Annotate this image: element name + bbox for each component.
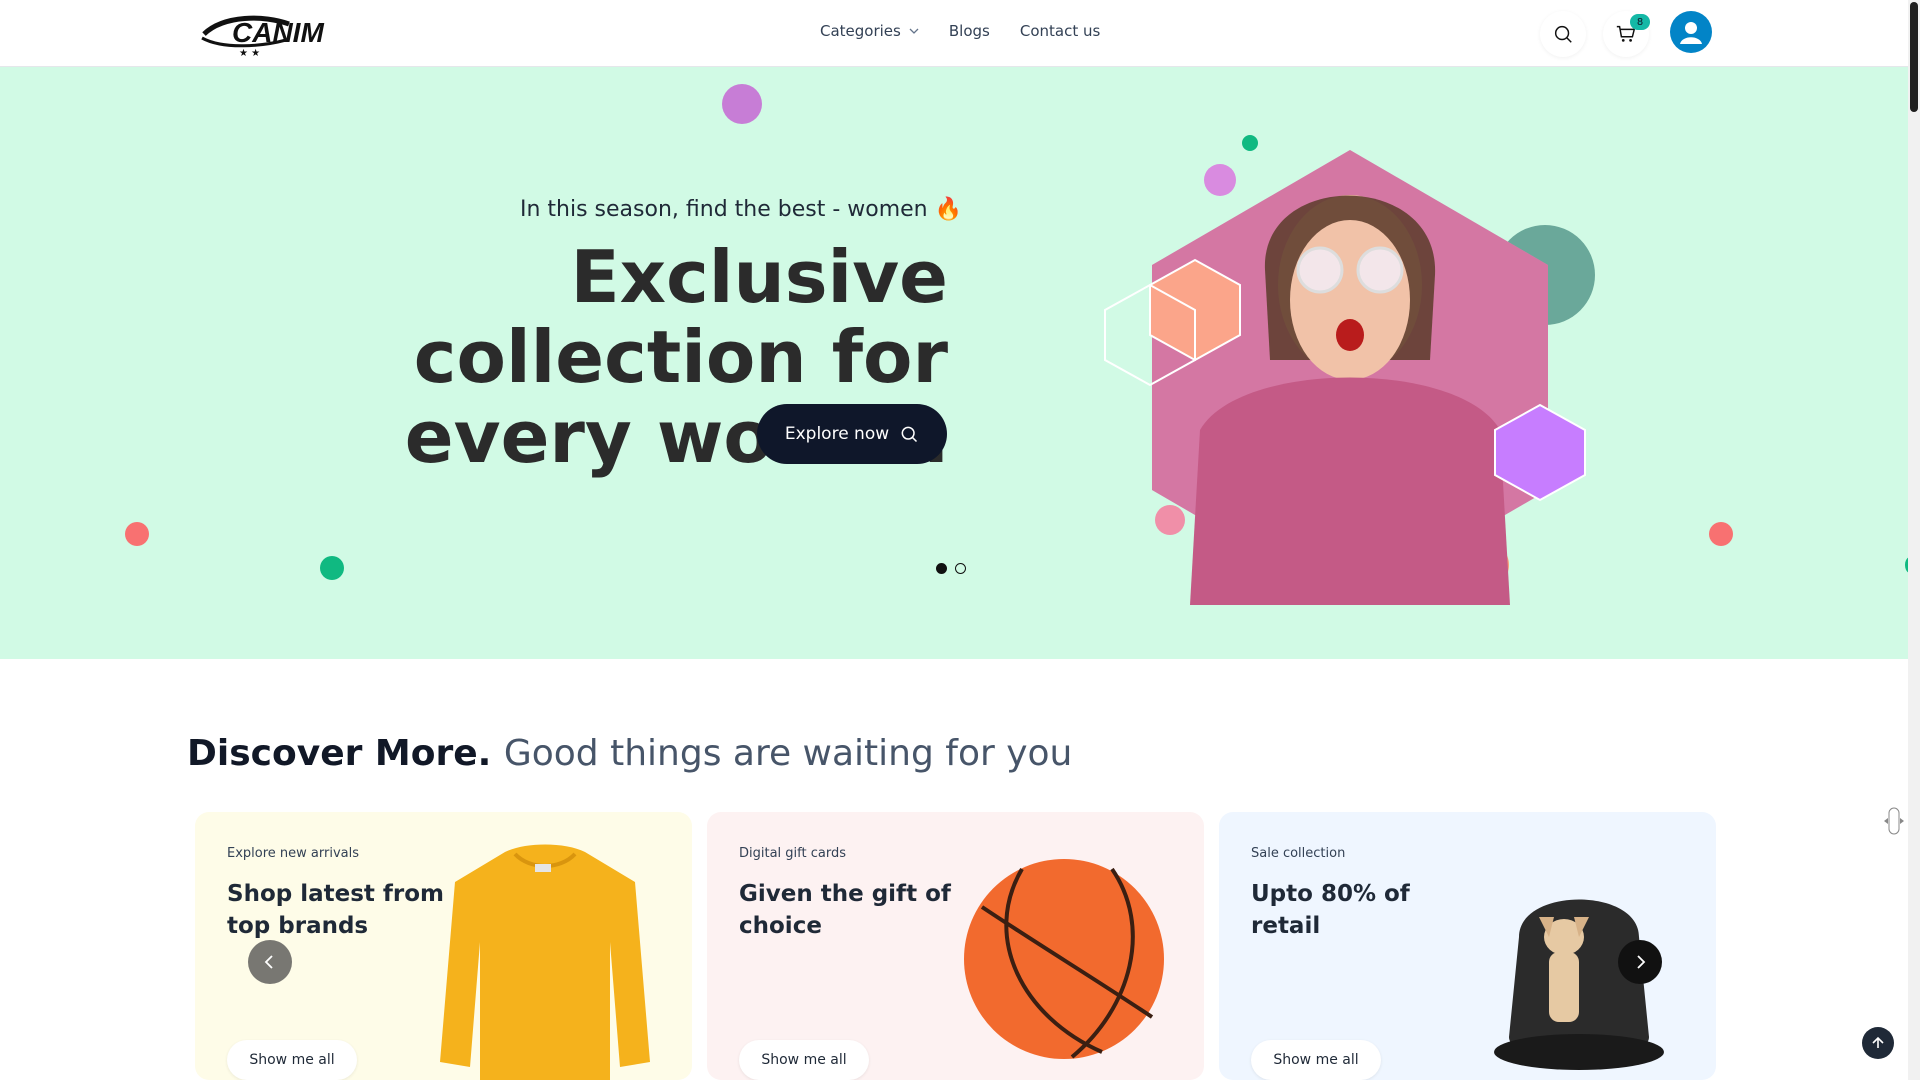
discover-heading-strong: Discover More. — [187, 733, 492, 774]
nav-categories-label: Categories — [820, 22, 901, 40]
nav-contact-label: Contact us — [1019, 22, 1101, 40]
yellow-sweater-icon — [440, 844, 650, 1080]
arrow-up-icon — [1872, 1036, 1884, 1048]
svg-text:★ ★: ★ ★ — [239, 48, 260, 58]
slide-dot-2[interactable] — [955, 563, 966, 574]
basketball-icon — [964, 859, 1164, 1059]
card-title: Upto 80% of retail — [1251, 881, 1410, 939]
hero-title-line1: Exclusive collection for — [413, 235, 948, 399]
hero-subtitle-text: In this season, find the best - women — [520, 197, 928, 222]
search-icon — [901, 426, 918, 443]
hero-woman-image — [1104, 135, 1595, 605]
card-kicker: Digital gift cards — [739, 846, 846, 861]
nav-categories[interactable]: Categories — [820, 22, 919, 40]
brand-logo[interactable]: CANIM ★ ★ — [194, 10, 374, 58]
scroll-to-top-button[interactable] — [1862, 1027, 1894, 1059]
card-title: Shop latest from top brands — [227, 881, 445, 939]
decor-dot — [1709, 522, 1733, 546]
user-avatar-button[interactable] — [1670, 11, 1712, 53]
scrollbar-thumb[interactable] — [1910, 2, 1918, 112]
page-scrollbar[interactable] — [1908, 0, 1920, 1080]
fire-icon: 🔥 — [934, 197, 963, 222]
card-kicker: Sale collection — [1251, 846, 1346, 861]
cart-count-badge: 8 — [1630, 14, 1650, 30]
carousel-prev-button[interactable] — [248, 940, 292, 984]
decor-dot — [125, 522, 149, 546]
chevron-right-icon — [1637, 955, 1646, 969]
main-nav: Categories Blogs Contact us — [820, 22, 1100, 40]
search-button[interactable] — [1540, 11, 1586, 57]
decor-dot — [722, 84, 762, 124]
logo-text: CANIM — [232, 17, 324, 48]
hero-banner: In this season, find the best - women 🔥 … — [0, 67, 1908, 659]
nav-blogs[interactable]: Blogs — [949, 22, 990, 40]
slider-pagination — [936, 563, 966, 574]
card-title: Given the gift of choice — [739, 881, 951, 939]
nav-blogs-label: Blogs — [948, 22, 990, 40]
search-icon — [1554, 25, 1572, 43]
resize-handle-icon[interactable] — [1884, 806, 1904, 836]
discover-card-gift-cards[interactable]: Digital gift cards Given the gift of cho… — [707, 812, 1204, 1080]
slide-dot-1[interactable] — [936, 563, 947, 574]
show-me-all-button[interactable]: Show me all — [739, 1040, 869, 1080]
card-kicker: Explore new arrivals — [227, 846, 359, 861]
discover-heading: Discover More. Good things are waiting f… — [187, 733, 1072, 774]
show-me-all-button[interactable]: Show me all — [227, 1040, 357, 1080]
explore-now-label: Explore now — [784, 424, 890, 444]
nav-contact[interactable]: Contact us — [1020, 22, 1100, 40]
chevron-left-icon — [264, 955, 273, 969]
hero-subtitle: In this season, find the best - women 🔥 — [520, 197, 962, 222]
site-header: CANIM ★ ★ Categories Blogs Contact us 8 — [0, 0, 1908, 67]
user-icon — [1680, 22, 1702, 44]
explore-now-button[interactable]: Explore now — [757, 404, 947, 464]
decor-dot — [320, 556, 344, 580]
chevron-down-icon — [909, 28, 919, 34]
show-me-all-button[interactable]: Show me all — [1251, 1040, 1381, 1080]
discover-heading-muted: Good things are waiting for you — [503, 733, 1073, 774]
carousel-next-button[interactable] — [1618, 940, 1662, 984]
